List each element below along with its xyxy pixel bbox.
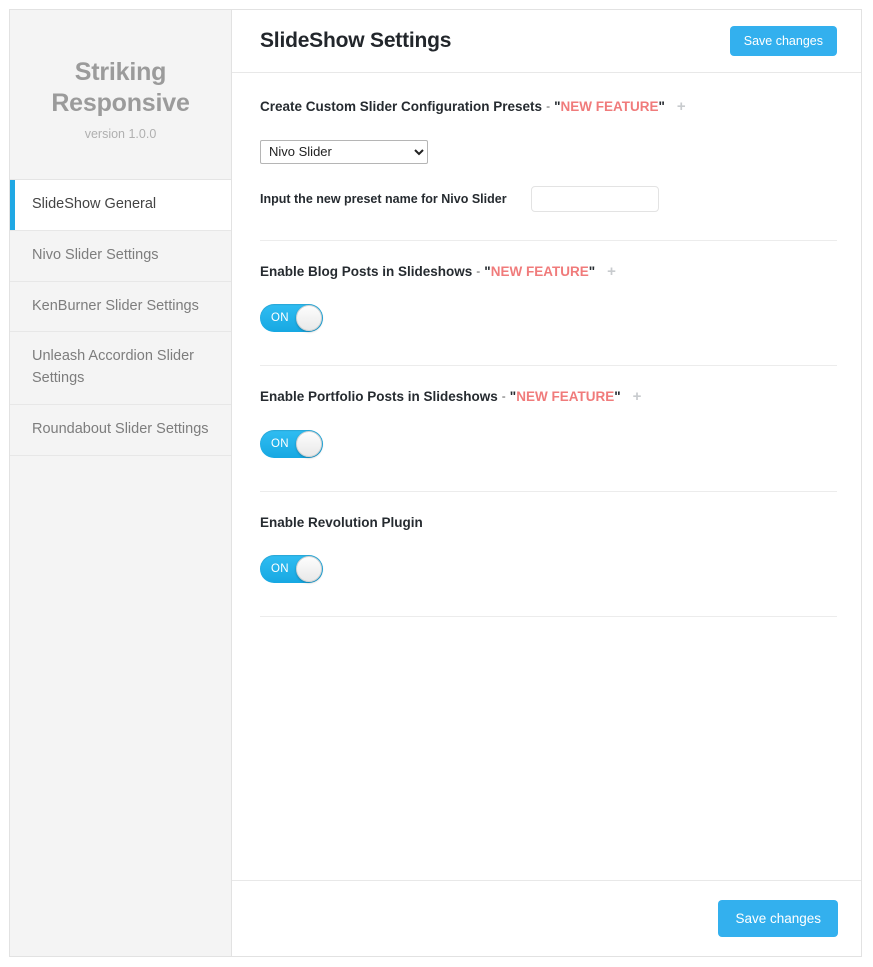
sidebar-item-label: Unleash Accordion Slider Settings bbox=[32, 348, 195, 386]
section-enable-revolution-plugin: Enable Revolution Plugin ON bbox=[260, 492, 837, 618]
label-text: Create Custom Slider Configuration Prese… bbox=[260, 99, 543, 114]
save-changes-button-bottom[interactable]: Save changes bbox=[718, 899, 838, 938]
section-create-custom-presets: Create Custom Slider Configuration Prese… bbox=[260, 73, 837, 241]
preset-name-input[interactable] bbox=[530, 185, 659, 212]
revolution-plugin-toggle[interactable]: ON bbox=[260, 555, 323, 584]
brand-version: version 1.0.0 bbox=[84, 127, 157, 141]
sidebar: Striking Responsive version 1.0.0 SlideS… bbox=[10, 10, 232, 956]
label-text: Enable Revolution Plugin bbox=[260, 514, 423, 530]
section-label-portfolio-posts: Enable Portfolio Posts in Slideshows - "… bbox=[260, 388, 837, 406]
sidebar-item-label: KenBurner Slider Settings bbox=[32, 297, 199, 314]
label-dash: - bbox=[546, 98, 551, 113]
brand-title: Striking Responsive bbox=[51, 58, 190, 117]
label-dash: - bbox=[501, 389, 506, 404]
toggle-knob[interactable] bbox=[296, 305, 322, 332]
section-enable-portfolio-posts: Enable Portfolio Posts in Slideshows - "… bbox=[260, 366, 837, 492]
sidebar-item-unleash-accordion-slider-settings[interactable]: Unleash Accordion Slider Settings bbox=[10, 332, 231, 405]
toggle-knob[interactable] bbox=[296, 430, 322, 457]
sidebar-item-slideshow-general[interactable]: SlideShow General bbox=[10, 180, 231, 231]
section-label-presets: Create Custom Slider Configuration Prese… bbox=[260, 98, 837, 116]
page-title: SlideShow Settings bbox=[260, 29, 452, 52]
preset-select-wrapper: Nivo Slider KenBurner Slider Unleash Acc… bbox=[260, 139, 837, 164]
portfolio-posts-toggle[interactable]: ON bbox=[260, 429, 323, 458]
preset-name-row: Input the new preset name for Nivo Slide… bbox=[260, 185, 837, 212]
section-enable-blog-posts: Enable Blog Posts in Slideshows - " NEW F… bbox=[260, 241, 837, 367]
sidebar-item-label: Nivo Slider Settings bbox=[32, 246, 159, 263]
toggle-knob[interactable] bbox=[296, 556, 322, 583]
label-dash: - bbox=[476, 263, 481, 278]
settings-panel: Striking Responsive version 1.0.0 SlideS… bbox=[9, 9, 862, 957]
page-root: Striking Responsive version 1.0.0 SlideS… bbox=[0, 0, 873, 967]
quote-close: " bbox=[614, 389, 621, 405]
sidebar-item-label: SlideShow General bbox=[32, 196, 157, 212]
new-feature-badge: NEW FEATURE bbox=[490, 263, 589, 279]
blog-posts-toggle[interactable]: ON bbox=[260, 304, 323, 333]
content-footer: Save changes bbox=[232, 880, 861, 956]
blog-posts-toggle-wrapper: ON bbox=[260, 304, 837, 337]
revolution-plugin-toggle-wrapper: ON bbox=[260, 555, 837, 588]
plus-icon[interactable]: + bbox=[633, 389, 642, 404]
sidebar-nav: SlideShow General Nivo Slider Settings K… bbox=[10, 180, 231, 456]
section-label-blog-posts: Enable Blog Posts in Slideshows - " NEW F… bbox=[260, 263, 837, 281]
plus-icon[interactable]: + bbox=[607, 264, 616, 279]
quote-close: " bbox=[658, 99, 665, 114]
content-area: SlideShow Settings Save changes Create C… bbox=[232, 10, 861, 956]
toggle-state-label: ON bbox=[271, 563, 289, 576]
new-feature-badge: NEW FEATURE bbox=[516, 389, 615, 405]
content-header: SlideShow Settings Save changes bbox=[232, 10, 861, 73]
portfolio-posts-toggle-wrapper: ON bbox=[260, 429, 837, 463]
sidebar-item-roundabout-slider-settings[interactable]: Roundabout Slider Settings bbox=[10, 405, 231, 456]
new-feature-badge: NEW FEATURE bbox=[560, 99, 659, 114]
toggle-state-label: ON bbox=[271, 312, 289, 325]
slider-type-select[interactable]: Nivo Slider KenBurner Slider Unleash Acc… bbox=[260, 139, 428, 164]
sidebar-item-label: Roundabout Slider Settings bbox=[32, 420, 209, 437]
plus-icon[interactable]: + bbox=[677, 99, 686, 114]
quote-close: " bbox=[588, 263, 596, 279]
section-label-revolution-plugin: Enable Revolution Plugin bbox=[260, 514, 837, 532]
preset-name-label: Input the new preset name for Nivo Slide… bbox=[260, 191, 507, 206]
content-body: Create Custom Slider Configuration Prese… bbox=[232, 73, 861, 880]
label-text: Enable Blog Posts in Slideshows bbox=[260, 263, 473, 279]
brand-block: Striking Responsive version 1.0.0 bbox=[10, 10, 231, 180]
sidebar-item-kenburner-slider-settings[interactable]: KenBurner Slider Settings bbox=[10, 282, 231, 333]
sidebar-filler bbox=[10, 456, 231, 957]
toggle-state-label: ON bbox=[271, 437, 289, 450]
sidebar-item-nivo-slider-settings[interactable]: Nivo Slider Settings bbox=[10, 231, 231, 282]
label-text: Enable Portfolio Posts in Slideshows bbox=[260, 389, 498, 405]
save-changes-button-top[interactable]: Save changes bbox=[729, 25, 837, 57]
